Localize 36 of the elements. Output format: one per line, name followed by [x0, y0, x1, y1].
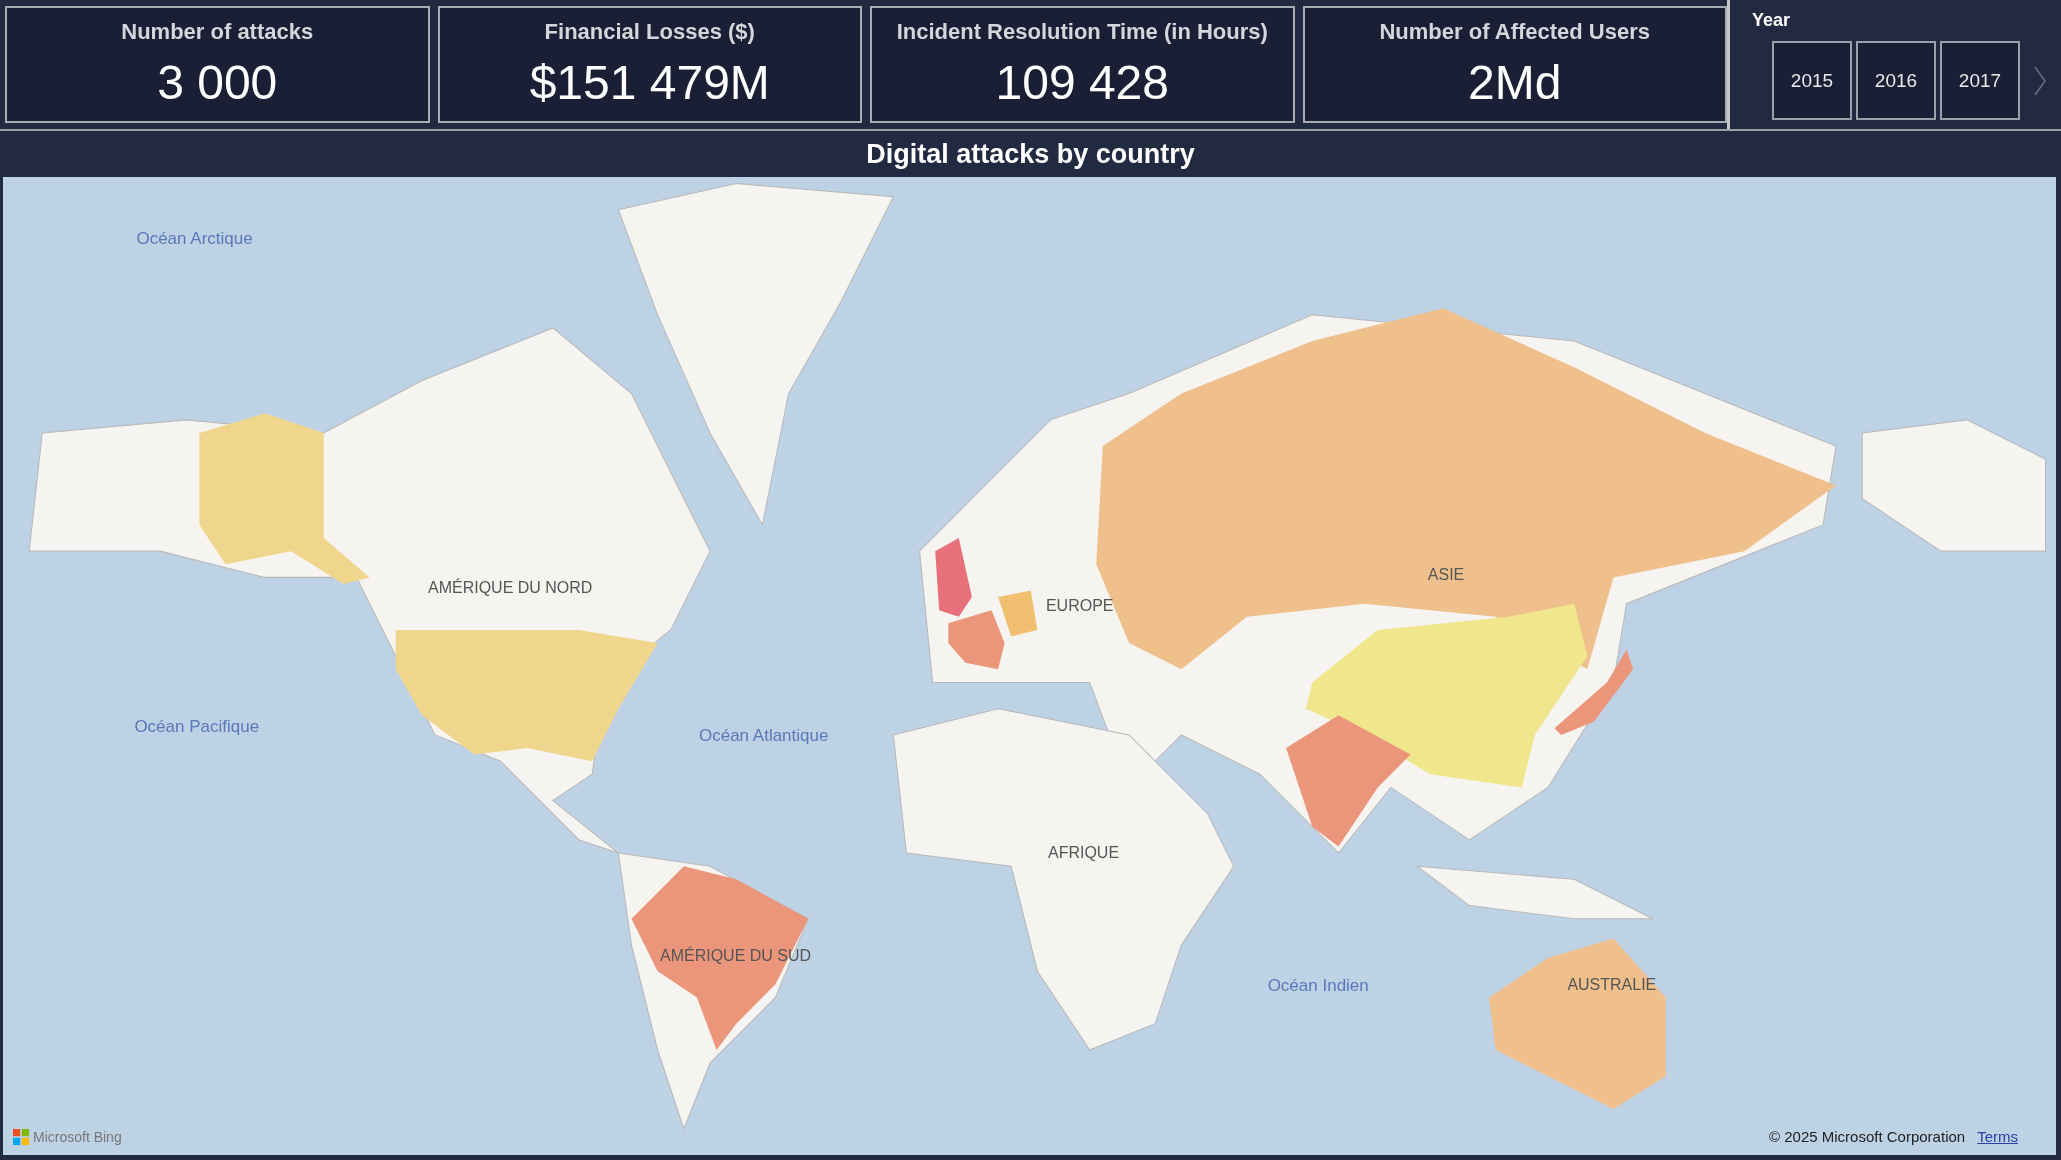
map-label: AUSTRALIE — [1567, 975, 1657, 994]
terms-link[interactable]: Terms — [1977, 1128, 2018, 1145]
map-label: EUROPE — [1045, 597, 1114, 616]
country-region[interactable] — [948, 610, 1005, 670]
country-region[interactable] — [395, 629, 658, 762]
kpi-value: $151 479M — [529, 55, 770, 110]
map-label: AMÉRIQUE DU NORD — [427, 578, 593, 597]
map-label: ASIE — [1427, 566, 1465, 585]
map-label: AFRIQUE — [1047, 843, 1120, 862]
country-region[interactable] — [1305, 603, 1588, 788]
kpi-value: 109 428 — [995, 55, 1169, 110]
map-label: Océan Indien — [1267, 975, 1369, 996]
country-region[interactable] — [1286, 715, 1411, 847]
country-region[interactable] — [935, 538, 972, 617]
country-region[interactable] — [998, 590, 1038, 637]
windows-logo-icon — [13, 1129, 29, 1145]
map-logo-text: Microsoft Bing — [33, 1129, 122, 1145]
country-region[interactable] — [199, 413, 370, 584]
year-button[interactable]: 2017 — [1940, 41, 2020, 120]
country-region[interactable] — [1554, 649, 1634, 735]
kpi-label: Number of Affected Users — [1379, 19, 1651, 45]
slicer-title: Year — [1752, 10, 1792, 31]
kpi-label: Incident Resolution Time (in Hours) — [896, 19, 1268, 45]
map-label: Océan Atlantique — [698, 726, 829, 747]
chevron-right-icon[interactable] — [2034, 65, 2046, 96]
kpi-label: Financial Losses ($) — [544, 19, 755, 45]
year-button[interactable]: 2015 — [1772, 41, 1852, 120]
kpi-value: 2Md — [1468, 55, 1562, 110]
year-button[interactable]: 2016 — [1856, 41, 1936, 120]
country-region[interactable] — [631, 866, 809, 1050]
kpi-label: Number of attacks — [121, 19, 314, 45]
map-title: Digital attacks by country — [865, 137, 1196, 171]
kpi-value: 3 000 — [157, 55, 278, 110]
map-label: Océan Arctique — [136, 228, 253, 249]
map-label: Océan Pacifique — [134, 716, 260, 737]
copyright-text: © 2025 Microsoft Corporation — [1769, 1128, 1966, 1145]
